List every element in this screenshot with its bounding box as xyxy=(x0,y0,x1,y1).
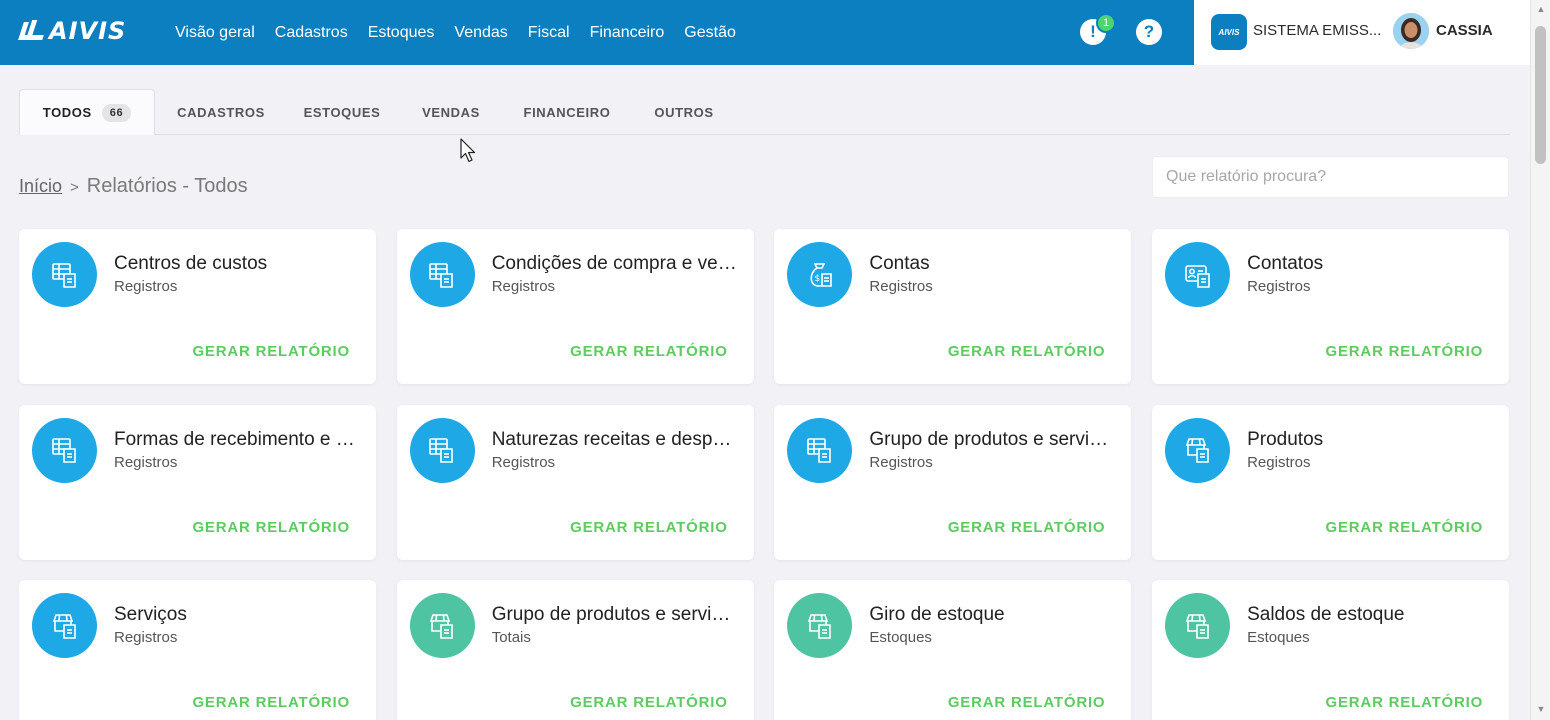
generate-report-button[interactable]: GERAR RELATÓRIO xyxy=(570,343,728,360)
report-card[interactable]: Naturezas receitas e despesas Registros GE… xyxy=(396,404,754,560)
generate-report-button[interactable]: GERAR RELATÓRIO xyxy=(1326,343,1484,360)
top-bar: AIVIS Visão geral Cadastros Estoques Ven… xyxy=(0,0,1530,65)
report-card-category: Registros xyxy=(114,629,178,646)
report-card-title: Grupo de produtos e serviços xyxy=(869,428,1116,450)
report-card-title: Produtos xyxy=(1247,428,1324,450)
breadcrumb-separator: > xyxy=(70,179,79,196)
tab-outros[interactable]: OUTROS xyxy=(631,89,737,135)
scroll-thumb[interactable] xyxy=(1535,26,1546,164)
nav-fiscal[interactable]: Fiscal xyxy=(528,24,570,42)
report-card-title: Saldos de estoque xyxy=(1247,604,1405,625)
generate-report-button[interactable]: GERAR RELATÓRIO xyxy=(570,694,728,711)
generate-report-button[interactable]: GERAR RELATÓRIO xyxy=(948,519,1106,536)
user-name[interactable]: CASSIA xyxy=(1436,22,1493,39)
generate-report-button[interactable]: GERAR RELATÓRIO xyxy=(1326,519,1484,536)
mouse-cursor-icon xyxy=(460,138,476,163)
report-card-title: Contas xyxy=(869,253,930,274)
scroll-up-icon[interactable]: ▲ xyxy=(1535,4,1547,14)
nav-financeiro[interactable]: Financeiro xyxy=(590,24,665,42)
logo-text: AIVIS xyxy=(49,17,127,45)
report-card-title: Centros de custos xyxy=(114,253,268,274)
report-card-category: Registros xyxy=(869,278,933,295)
report-card[interactable]: Saldos de estoque Estoques GERAR RELATÓRIO xyxy=(1152,580,1510,720)
company-user-panel: AIVIS SISTEMA EMISS... CASSIA xyxy=(1194,0,1530,65)
company-selector[interactable]: SISTEMA EMISS... xyxy=(1253,22,1381,39)
report-card-category: Estoques xyxy=(869,629,932,646)
report-card[interactable]: $ Contas Registros GERAR RELATÓRIO xyxy=(774,229,1132,384)
tab-financeiro[interactable]: FINANCEIRO xyxy=(505,89,629,135)
generate-report-button[interactable]: GERAR RELATÓRIO xyxy=(570,519,728,536)
money-bag-icon: $ xyxy=(787,242,853,307)
report-card-category: Totais xyxy=(491,629,531,646)
report-card-category: Registros xyxy=(1247,453,1311,471)
contact-card-icon xyxy=(1165,242,1231,307)
store-report-icon xyxy=(409,593,475,658)
tab-estoques[interactable]: ESTOQUES xyxy=(287,89,397,135)
report-card[interactable]: Grupo de produtos e serviços Totais GERAR … xyxy=(396,580,754,720)
report-card[interactable]: Giro de estoque Estoques GERAR RELATÓRIO xyxy=(774,580,1132,720)
aivis-logo[interactable]: AIVIS xyxy=(18,16,127,46)
table-report-icon xyxy=(787,417,853,483)
nav-cadastros[interactable]: Cadastros xyxy=(275,24,348,42)
page-scrollbar[interactable]: ▲ ▼ xyxy=(1530,0,1550,720)
avatar[interactable] xyxy=(1393,13,1429,49)
store-report-icon xyxy=(1165,417,1231,483)
report-card-category: Registros xyxy=(114,453,178,471)
report-card-title: Giro de estoque xyxy=(869,604,1005,625)
generate-report-button[interactable]: GERAR RELATÓRIO xyxy=(1326,694,1484,711)
store-report-icon xyxy=(32,593,97,658)
generate-report-button[interactable]: GERAR RELATÓRIO xyxy=(192,343,350,360)
report-card[interactable]: Contatos Registros GERAR RELATÓRIO xyxy=(1152,229,1510,384)
report-card-category: Registros xyxy=(1247,278,1311,295)
report-card-title: Condições de compra e venda xyxy=(491,253,738,274)
report-card-category: Registros xyxy=(491,453,556,471)
tab-count-badge: 66 xyxy=(101,103,132,122)
breadcrumb: Início > Relatórios - Todos xyxy=(19,175,248,198)
table-report-icon xyxy=(409,242,475,307)
notification-badge: 1 xyxy=(1096,13,1116,33)
report-card[interactable]: Produtos Registros GERAR RELATÓRIO xyxy=(1152,404,1510,560)
nav-visao-geral[interactable]: Visão geral xyxy=(175,24,255,42)
tab-label: TODOS xyxy=(42,105,92,120)
report-card-title: Naturezas receitas e despesas xyxy=(491,428,738,450)
report-category-tabs: TODOS 66 CADASTROS ESTOQUES VENDAS FINAN… xyxy=(19,89,1510,135)
table-report-icon xyxy=(32,417,97,483)
main-nav: Visão geral Cadastros Estoques Vendas Fi… xyxy=(175,0,736,65)
report-card-title: Formas de recebimento e pagamento xyxy=(114,428,360,450)
report-card[interactable]: Centros de custos Registros GERAR RELATÓRI… xyxy=(19,229,376,384)
report-card-title: Grupo de produtos e serviços xyxy=(491,604,738,625)
logo-mark-icon xyxy=(18,20,45,42)
generate-report-button[interactable]: GERAR RELATÓRIO xyxy=(948,343,1106,360)
breadcrumb-home-link[interactable]: Início xyxy=(19,176,62,197)
tab-vendas[interactable]: VENDAS xyxy=(399,89,503,135)
report-card[interactable]: Grupo de produtos e serviços Registros GER… xyxy=(774,404,1132,560)
generate-report-button[interactable]: GERAR RELATÓRIO xyxy=(192,694,350,711)
help-icon[interactable]: ? xyxy=(1136,19,1162,45)
tab-todos[interactable]: TODOS 66 xyxy=(19,89,155,135)
report-card[interactable]: Condições de compra e venda Registros GERA… xyxy=(396,229,754,384)
tab-cadastros[interactable]: CADASTROS xyxy=(157,89,285,135)
company-logo-icon[interactable]: AIVIS xyxy=(1211,14,1247,50)
table-report-icon xyxy=(409,417,475,483)
report-card[interactable]: Formas de recebimento e pagamento Registr… xyxy=(19,404,376,560)
nav-vendas[interactable]: Vendas xyxy=(454,24,507,42)
scroll-down-icon[interactable]: ▼ xyxy=(1535,704,1547,714)
report-card-category: Registros xyxy=(114,278,178,295)
svg-text:$: $ xyxy=(814,274,820,284)
store-report-icon xyxy=(1165,593,1231,658)
report-card-title: Contatos xyxy=(1247,253,1324,274)
store-report-icon xyxy=(787,593,853,658)
nav-estoques[interactable]: Estoques xyxy=(368,24,435,42)
report-card-category: Registros xyxy=(491,278,556,295)
report-card-title: Serviços xyxy=(114,604,187,625)
report-card-category: Estoques xyxy=(1247,629,1310,646)
report-search-input[interactable] xyxy=(1152,156,1509,198)
table-report-icon xyxy=(32,242,97,307)
generate-report-button[interactable]: GERAR RELATÓRIO xyxy=(192,519,350,536)
nav-gestao[interactable]: Gestão xyxy=(684,24,736,42)
page-title: Relatórios - Todos xyxy=(86,175,248,197)
generate-report-button[interactable]: GERAR RELATÓRIO xyxy=(948,694,1106,711)
report-card-category: Registros xyxy=(869,453,933,471)
report-card[interactable]: Serviços Registros GERAR RELATÓRIO xyxy=(19,580,376,720)
